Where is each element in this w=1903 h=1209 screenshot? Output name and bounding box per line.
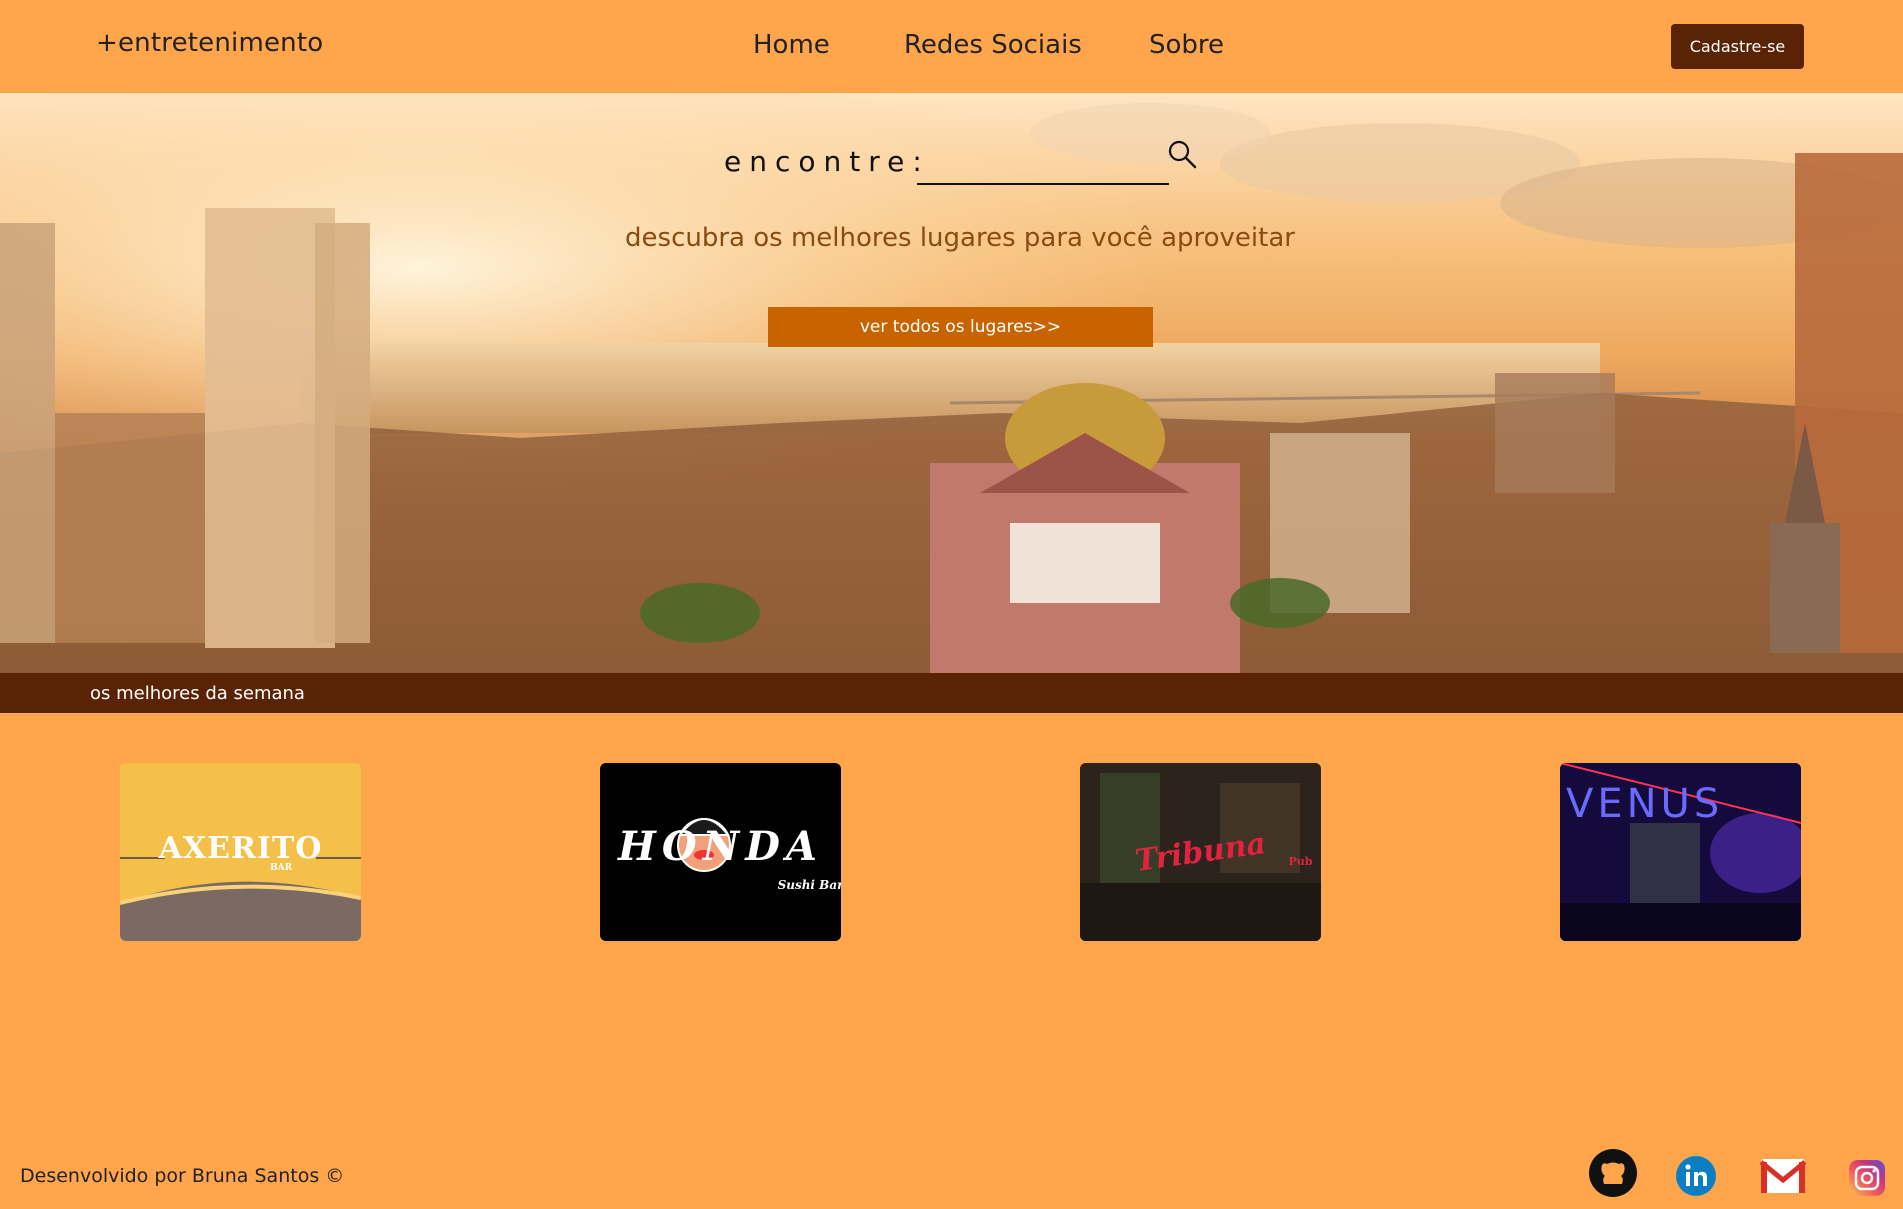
card-logo-sub: BAR (270, 863, 293, 873)
card-logo-text: HONDA (618, 823, 823, 870)
card-logo-sub: Pub (1288, 855, 1313, 868)
card-logo-text: AXERITO (158, 831, 323, 866)
section-header: os melhores da semana (0, 673, 1903, 713)
main-nav: Home Redes Sociais Sobre (0, 30, 1903, 64)
nav-redes-sociais[interactable]: Redes Sociais (904, 30, 1082, 60)
hero-tagline: descubra os melhores lugares para você a… (625, 223, 1295, 253)
card-logo-text: VENUS (1566, 781, 1724, 827)
gmail-icon[interactable] (1760, 1158, 1806, 1194)
footer-credit: Desenvolvido por Bruna Santos © (20, 1165, 345, 1187)
linkedin-icon[interactable] (1675, 1155, 1717, 1197)
place-card-tribuna[interactable]: Tribuna Pub (1080, 763, 1321, 941)
place-card-venus[interactable]: VENUS (1560, 763, 1801, 941)
section-title: os melhores da semana (90, 683, 305, 704)
nav-sobre[interactable]: Sobre (1149, 30, 1224, 60)
search-icon[interactable] (1165, 137, 1199, 171)
place-card-axerito[interactable]: AXERITO BAR (120, 763, 361, 941)
search-label: encontre: (724, 145, 930, 178)
card-logo-sub: Sushi Bar (777, 878, 841, 892)
instagram-icon[interactable] (1848, 1159, 1886, 1197)
search-input[interactable] (917, 147, 1169, 185)
see-all-places-button[interactable]: ver todos os lugares>> (768, 307, 1153, 347)
nav-home[interactable]: Home (753, 30, 830, 60)
signup-button[interactable]: Cadastre-se (1671, 24, 1804, 69)
hero-banner: encontre: descubra os melhores lugares p… (0, 93, 1903, 673)
site-header: +entretenimento Home Redes Sociais Sobre… (0, 0, 1903, 93)
github-icon[interactable] (1588, 1148, 1638, 1198)
place-card-honda[interactable]: HONDA Sushi Bar (600, 763, 841, 941)
search-bar: encontre: (724, 137, 1204, 187)
